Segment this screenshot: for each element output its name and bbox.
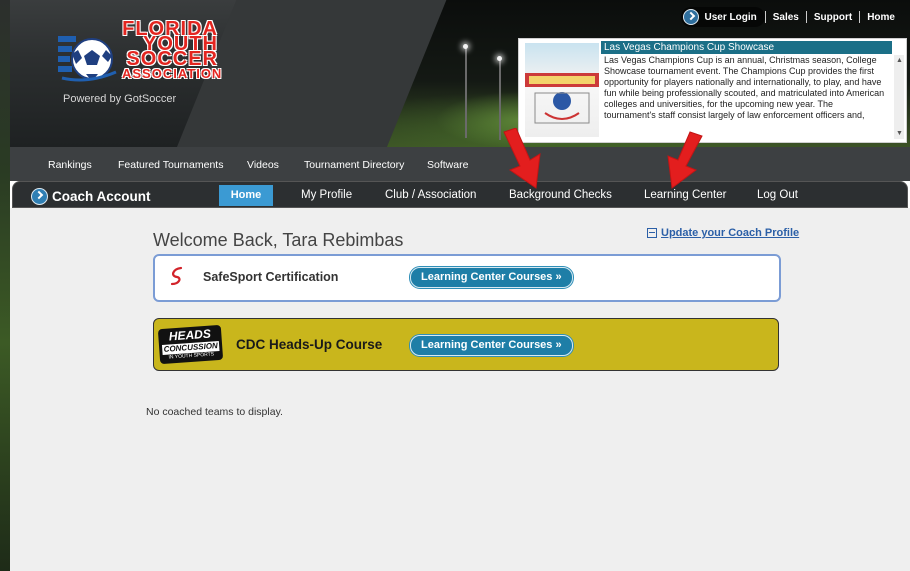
coach-account-title: Coach Account: [31, 188, 151, 205]
tab-club-association[interactable]: Club / Association: [385, 189, 476, 201]
user-login-link[interactable]: User Login: [680, 7, 765, 27]
safesport-card: SafeSport Certification Learning Center …: [153, 254, 781, 302]
nav-featured-tournaments[interactable]: Featured Tournaments: [118, 159, 223, 171]
news-title[interactable]: Las Vegas Champions Cup Showcase: [601, 41, 892, 54]
safesport-courses-button[interactable]: Learning Center Courses »: [410, 267, 573, 288]
coach-account-label: Coach Account: [52, 189, 151, 204]
stadium-light: [497, 56, 502, 61]
soccer-ball-logo-icon: [58, 36, 117, 82]
nav-software[interactable]: Software: [427, 159, 468, 171]
arrow-circle-icon: [682, 9, 699, 25]
main-content: Welcome Back, Tara Rebimbas Update your …: [10, 208, 910, 571]
tab-home[interactable]: Home: [219, 185, 273, 206]
news-scrollbar[interactable]: ▲ ▼: [894, 55, 904, 139]
update-profile-label: Update your Coach Profile: [661, 227, 800, 239]
page: FLORIDA YOUTH SOCCER ASSOCIATION Powered…: [0, 0, 910, 571]
trophy-image-icon: [525, 73, 599, 124]
utility-bar: User Login Sales Support Home: [680, 7, 903, 27]
cdc-heads-up-card: HEADS UP CONCUSSION IN YOUTH SPORTS CDC …: [153, 318, 779, 371]
tab-log-out[interactable]: Log Out: [757, 189, 798, 201]
logo-wordmark: FLORIDA YOUTH SOCCER ASSOCIATION: [122, 19, 223, 81]
news-widget: Las Vegas Champions Cup Showcase Las Veg…: [518, 38, 907, 143]
arrow-circle-icon: [31, 188, 48, 205]
user-login-label: User Login: [704, 11, 757, 23]
tab-my-profile[interactable]: My Profile: [301, 189, 352, 201]
powered-by-text: Powered by GotSoccer: [63, 93, 177, 105]
main-nav: Rankings Featured Tournaments Videos Tou…: [10, 147, 910, 181]
light-pole: [465, 48, 467, 138]
no-teams-message: No coached teams to display.: [146, 406, 283, 418]
red-arrow-learning-center-icon: [667, 131, 703, 189]
scroll-up-icon[interactable]: ▲: [896, 57, 903, 64]
tab-background-checks[interactable]: Background Checks: [509, 189, 612, 201]
welcome-heading: Welcome Back, Tara Rebimbas: [153, 230, 404, 250]
heads-up-logo-icon: HEADS UP CONCUSSION IN YOUTH SPORTS: [157, 324, 224, 365]
update-profile-link[interactable]: Update your Coach Profile: [647, 227, 799, 239]
collapse-box-icon: [647, 228, 657, 238]
home-link[interactable]: Home: [860, 10, 902, 25]
scroll-down-icon[interactable]: ▼: [896, 130, 903, 137]
logo-line-soccer: SOCCER: [126, 48, 218, 70]
cdc-label: CDC Heads-Up Course: [236, 337, 383, 352]
support-link[interactable]: Support: [807, 10, 859, 25]
nav-videos[interactable]: Videos: [247, 159, 279, 171]
safesport-label: SafeSport Certification: [203, 270, 339, 284]
news-thumbnail[interactable]: [525, 43, 599, 137]
red-arrow-background-checks-icon: [503, 128, 541, 189]
sales-link[interactable]: Sales: [766, 10, 806, 25]
coach-nav: Coach Account Home My Profile Club / Ass…: [12, 181, 908, 208]
left-background-strip: [0, 0, 10, 571]
news-body: Las Vegas Champions Cup is an annual, Ch…: [604, 55, 885, 120]
nav-rankings[interactable]: Rankings: [48, 159, 92, 171]
stadium-light: [463, 44, 468, 49]
nav-tournament-directory[interactable]: Tournament Directory: [304, 159, 404, 171]
cdc-courses-button[interactable]: Learning Center Courses »: [410, 335, 573, 356]
logo-line-association: ASSOCIATION: [122, 66, 223, 81]
tab-learning-center[interactable]: Learning Center: [644, 189, 726, 201]
fysa-logo[interactable]: FLORIDA YOUTH SOCCER ASSOCIATION: [52, 19, 223, 92]
safesport-logo-icon: [170, 266, 183, 286]
